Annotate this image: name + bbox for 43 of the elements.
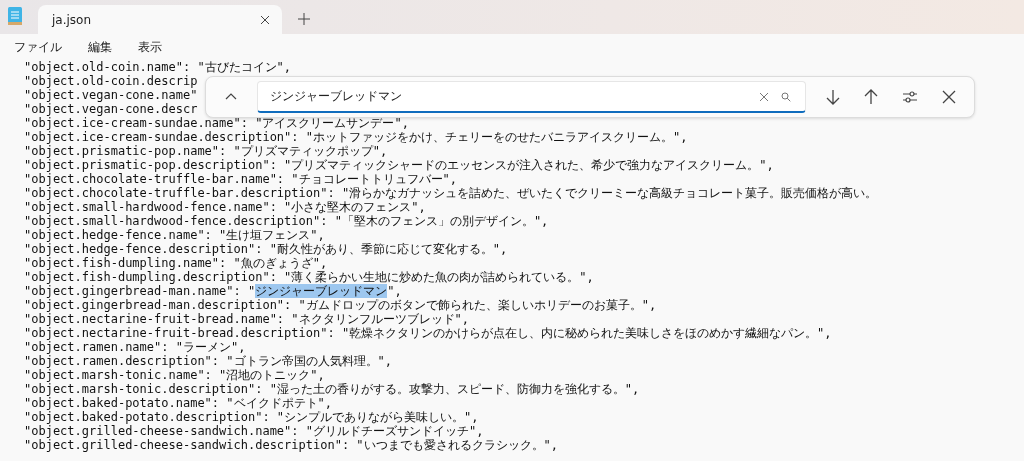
code-line: "object.fish-dumpling.name": "魚のぎょうざ", <box>24 256 328 270</box>
code-line: "object.ice-cream-sundae.name": "アイスクリームサンデー", <box>24 116 409 130</box>
code-line: "object.ramen.name": "ラーメン", <box>24 340 246 354</box>
search-field[interactable]: ジンジャーブレッドマン <box>256 81 806 113</box>
code-line: "object.old-coin.descrip <box>24 74 198 88</box>
code-line: "object.old-coin.name": "古びたコイン", <box>24 60 292 74</box>
code-line: "object.small-hardwood-fence.name": "小さな堅木のフェンス", <box>24 200 426 214</box>
file-tab[interactable]: ja.json <box>38 5 282 34</box>
arrow-down-icon <box>824 89 841 105</box>
new-tab-icon[interactable] <box>298 13 310 25</box>
code-line: "object.chocolate-truffle-bar.name": "チョコレートトリュフバー", <box>24 172 457 186</box>
code-line: "object.gingerbread-man.name": "ジンジャーブレッドマン", <box>24 284 402 298</box>
code-line: "object.nectarine-fruit-bread.name": "ネクタリンフルーツブレッド", <box>24 312 469 326</box>
code-line: "object.grilled-cheese-sandwich.description": "いつまでも愛されるクラシック。", <box>24 438 558 452</box>
menu-item[interactable]: 編集 <box>78 34 122 60</box>
code-line: "object.vegan-cone.name" <box>24 88 198 102</box>
search-input[interactable]: ジンジャーブレッドマン <box>267 88 753 105</box>
code-line: "object.chocolate-truffle-bar.description": "滑らかなガナッシュを詰めた、ぜいたくでクリーミーな高級チョコレート菓子。販売価格が高い。 <box>24 186 878 200</box>
close-icon <box>758 91 769 102</box>
code-line: "object.baked-potato.name": "ベイクドポテト", <box>24 396 332 410</box>
code-line: "object.marsh-tonic.name": "沼地のトニック", <box>24 368 325 382</box>
menu-item[interactable]: 表示 <box>128 34 172 60</box>
code-line: "object.gingerbread-man.description": "ガムドロップのボタンで飾られた、楽しいホリデーのお菓子。", <box>24 298 657 312</box>
arrow-up-icon <box>863 89 880 105</box>
code-line: "object.small-hardwood-fence.description": "「堅木のフェンス」の別デザイン。", <box>24 214 549 228</box>
code-line: "object.ice-cream-sundae.description": "ホットファッジをかけ、チェリーをのせたバニラアイスクリーム。", <box>24 130 688 144</box>
close-icon[interactable] <box>260 14 270 25</box>
menu-item[interactable]: ファイル <box>4 34 72 60</box>
code-line: "object.nectarine-fruit-bread.description": "乾燥ネクタリンのかけらが点在し、内に秘められた美味しさをほのめかす繊細なパン。", <box>24 326 832 340</box>
code-line: "object.hedge-fence.name": "生け垣フェンス", <box>24 228 325 242</box>
sliders-icon <box>902 89 919 105</box>
code-line: "object.hedge-fence.description": "耐久性があり、季節に応じて変化する。", <box>24 242 508 256</box>
code-line: "object.baked-potato.description": "シンプルでありながら美味しい。", <box>24 410 479 424</box>
close-icon <box>940 89 957 105</box>
search-icon <box>780 91 791 102</box>
code-line: "object.marsh-tonic.description": "湿った土の香りがする。攻撃力、スピード、防御力を強化する。", <box>24 382 640 396</box>
code-line: "object.vegan-cone.descr <box>24 102 198 116</box>
notepad-icon <box>8 7 22 25</box>
code-line: "object.fish-dumpling.description": "薄く柔らかい生地に炒めた魚の肉が詰められている。", <box>24 270 594 284</box>
code-line: "object.prismatic-pop.name": "プリズマティックポップ", <box>24 144 388 158</box>
code-line: "object.grilled-cheese-sandwich.name": "グリルドチーズサンドイッチ", <box>24 424 484 438</box>
code-line: "object.prismatic-pop.description": "プリズマティックシャードのエッセンスが注入された、希少で強力なアイスクリーム。", <box>24 158 774 172</box>
code-line: "object.ramen.description": "ゴトラン帝国の人気料理。", <box>24 354 392 368</box>
